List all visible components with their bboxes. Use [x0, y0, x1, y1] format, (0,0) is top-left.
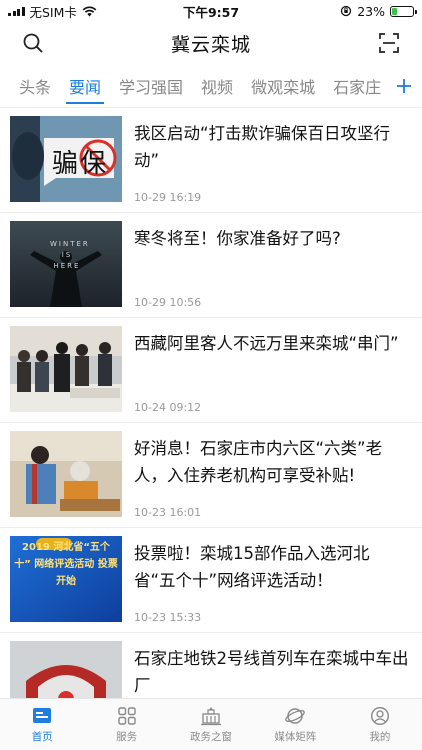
- thumbnail-text: 骗保: [52, 149, 109, 179]
- news-time: 10-29 10:56: [134, 296, 202, 309]
- news-title: 好消息！石家庄市内六区“六类”老人，入住养老机构可享受补贴!: [134, 439, 383, 485]
- news-item[interactable]: WINTER IS HERE 寒冬将至！你家准备好了吗? 10-29 10:56: [0, 213, 422, 318]
- nav-label: 服务: [116, 730, 138, 743]
- tab-5[interactable]: 石家庄: [324, 64, 386, 107]
- news-thumbnail: [10, 431, 122, 517]
- search-icon[interactable]: [22, 32, 44, 54]
- bottom-tab-bar: 首页 服务 政务之窗 媒体矩阵 我的: [0, 698, 422, 750]
- nav-label: 首页: [31, 730, 53, 743]
- nav-service[interactable]: 服务: [84, 699, 168, 750]
- news-list: 骗保 我区启动“打击欺诈骗保百日攻坚行动” 10-29 16:19 WINTER…: [0, 108, 422, 698]
- nav-label: 政务之窗: [190, 730, 233, 743]
- scan-icon[interactable]: [378, 32, 400, 54]
- news-body: 西藏阿里客人不远万里来栾城“串门” 10-24 09:12: [134, 326, 410, 422]
- news-time: 10-29 16:19: [134, 191, 202, 204]
- nav-label: 媒体矩阵: [274, 730, 317, 743]
- battery-icon: [390, 5, 417, 17]
- news-body: 好消息！石家庄市内六区“六类”老人，入住养老机构可享受补贴! 10-23 16:…: [134, 431, 410, 527]
- plus-icon: [397, 78, 411, 93]
- news-thumbnail: [10, 326, 122, 412]
- news-item[interactable]: 2019 河北省“五个十” 网络评选活动 投票开始 投票啦！栾城15部作品入选河…: [0, 528, 422, 633]
- tab-1[interactable]: 要闻: [60, 64, 110, 107]
- news-body: 寒冬将至！你家准备好了吗? 10-29 10:56: [134, 221, 410, 317]
- status-right: 23%: [340, 3, 417, 19]
- thumbnail-text: 2019 河北省“五个十” 网络评选活动 投票开始: [14, 542, 118, 587]
- news-thumbnail: [10, 641, 122, 698]
- news-time: 10-23 16:01: [134, 506, 202, 519]
- battery-level: [392, 7, 397, 15]
- news-title: 我区启动“打击欺诈骗保百日攻坚行动”: [134, 124, 391, 170]
- tab-list: 头条 要闻 学习强国 视频 微观栾城 石家庄: [0, 64, 386, 107]
- news-time: 10-23 15:33: [134, 611, 202, 624]
- home-icon: [33, 707, 52, 723]
- user-icon: [370, 706, 389, 725]
- news-title: 石家庄地铁2号线首列车在栾城中车出厂: [134, 649, 409, 695]
- government-icon: [201, 706, 222, 725]
- nav-label: 我的: [369, 730, 391, 743]
- news-thumbnail: 骗保: [10, 116, 122, 202]
- tab-0[interactable]: 头条: [10, 64, 60, 107]
- tab-3[interactable]: 视频: [192, 64, 242, 107]
- news-thumbnail: WINTER IS HERE: [10, 221, 122, 307]
- nav-government[interactable]: 政务之窗: [169, 699, 253, 750]
- news-body: 石家庄地铁2号线首列车在栾城中车出厂: [134, 641, 410, 698]
- tab-4[interactable]: 微观栾城: [242, 64, 324, 107]
- news-thumbnail: 2019 河北省“五个十” 网络评选活动 投票开始: [10, 536, 122, 622]
- orientation-lock-icon: [341, 5, 352, 17]
- wifi-icon: [82, 6, 97, 16]
- news-body: 投票啦！栾城15部作品入选河北省“五个十”网络评选活动！ 10-23 15:33: [134, 536, 410, 632]
- tab-2[interactable]: 学习强国: [110, 64, 192, 107]
- nav-profile[interactable]: 我的: [338, 699, 422, 750]
- news-item[interactable]: 骗保 我区启动“打击欺诈骗保百日攻坚行动” 10-29 16:19: [0, 108, 422, 213]
- add-channel-button[interactable]: [386, 64, 422, 107]
- grid-icon: [117, 706, 136, 725]
- news-item[interactable]: 西藏阿里客人不远万里来栾城“串门” 10-24 09:12: [0, 318, 422, 423]
- battery-percent: 23%: [357, 3, 385, 19]
- channel-tabs: 头条 要闻 学习强国 视频 微观栾城 石家庄: [0, 64, 422, 108]
- signal-icon: [8, 6, 25, 16]
- nav-home[interactable]: 首页: [0, 699, 84, 750]
- nav-media[interactable]: 媒体矩阵: [253, 699, 337, 750]
- planet-icon: [285, 707, 306, 724]
- news-body: 我区启动“打击欺诈骗保百日攻坚行动” 10-29 16:19: [134, 116, 410, 212]
- carrier-label: 无SIM卡: [29, 4, 77, 20]
- news-title: 投票啦！栾城15部作品入选河北省“五个十”网络评选活动！: [134, 544, 370, 590]
- news-item[interactable]: 石家庄地铁2号线首列车在栾城中车出厂: [0, 633, 422, 698]
- thumbnail-text: WINTER IS HERE: [50, 240, 90, 270]
- news-item[interactable]: 好消息！石家庄市内六区“六类”老人，入住养老机构可享受补贴! 10-23 16:…: [0, 423, 422, 528]
- news-title: 寒冬将至！你家准备好了吗?: [134, 229, 341, 248]
- app-title: 冀云栾城: [170, 33, 251, 56]
- news-time: 10-24 09:12: [134, 401, 202, 414]
- news-title: 西藏阿里客人不远万里来栾城“串门”: [134, 334, 399, 353]
- status-left: 无SIM卡: [8, 2, 97, 21]
- status-bar: 无SIM卡 下午9:57 23%: [0, 0, 422, 22]
- app-header: 冀云栾城: [0, 22, 422, 64]
